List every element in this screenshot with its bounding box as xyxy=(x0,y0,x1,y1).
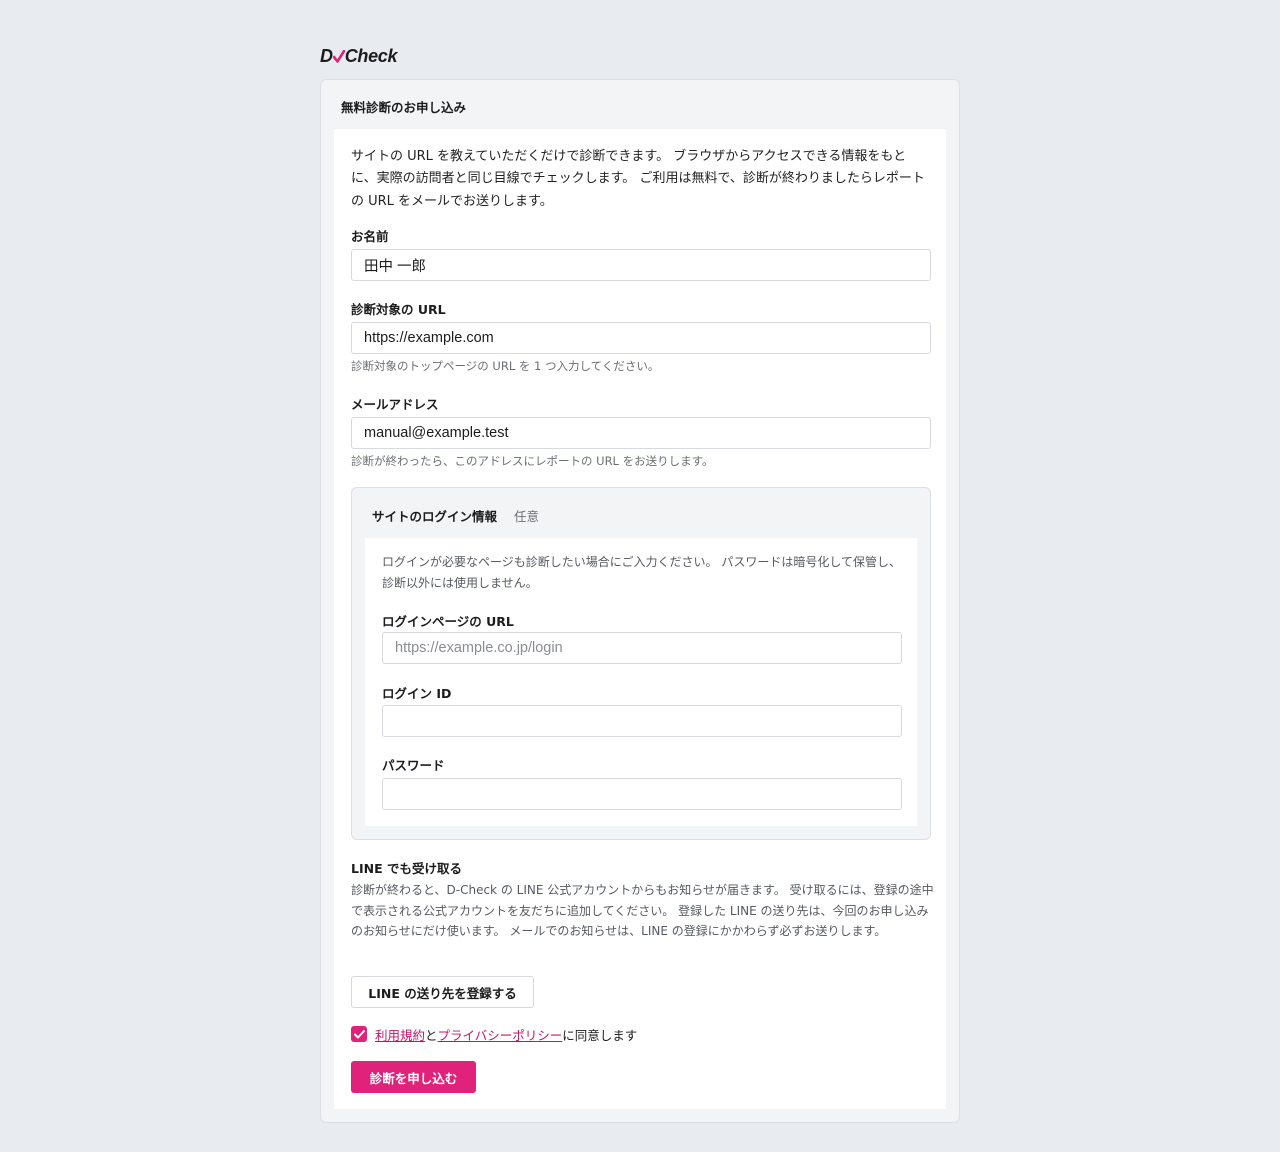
login-url-input[interactable] xyxy=(382,632,902,664)
url-help: 診断対象のトップページの URL を 1 つ入力してください。 xyxy=(351,359,660,373)
intro-text: サイトの URL を教えていただくだけで診断できます。 ブラウザからアクセスでき… xyxy=(351,149,925,209)
privacy-policy-link[interactable]: プライバシーポリシー xyxy=(438,1025,563,1044)
submit-button[interactable]: 診断を申し込む xyxy=(351,1061,476,1093)
login-section-title: サイトのログイン情報 xyxy=(372,509,498,524)
name-label: お名前 xyxy=(351,229,389,244)
agree-checkbox[interactable] xyxy=(351,1026,367,1042)
logo-d: D xyxy=(320,46,333,66)
password-label: パスワード xyxy=(382,758,445,773)
name-input[interactable] xyxy=(351,249,931,281)
login-url-label: ログインページの URL xyxy=(382,614,514,629)
login-fields: ログインが必要なページも診断したい場合にご入力ください。 パスワードは暗号化して… xyxy=(365,538,917,826)
agreement-and: と xyxy=(425,1027,438,1043)
line-description: 診断が終わると、D-Check の LINE 公式アカウントからもお知らせが届き… xyxy=(351,883,934,939)
email-label: メールアドレス xyxy=(351,397,439,412)
checkmark-icon xyxy=(332,49,346,63)
login-id-input[interactable] xyxy=(382,705,902,737)
form-body: サイトの URL を教えていただくだけで診断できます。 ブラウザからアクセスでき… xyxy=(334,129,946,1109)
line-title: LINE でも受け取る xyxy=(351,861,462,876)
url-label: 診断対象の URL xyxy=(351,302,446,317)
line-register-button[interactable]: LINE の送り先を登録する xyxy=(351,976,534,1008)
login-info-section: サイトのログイン情報 任意 ログインが必要なページも診断したい場合にご入力くださ… xyxy=(351,487,931,840)
login-description: ログインが必要なページも診断したい場合にご入力ください。 パスワードは暗号化して… xyxy=(382,555,901,590)
email-help: 診断が終わったら、このアドレスにレポートの URL をお送りします。 xyxy=(351,454,714,468)
agreement-suffix: に同意します xyxy=(562,1027,638,1043)
login-id-label: ログイン ID xyxy=(382,686,452,701)
application-panel: 無料診断のお申し込み サイトの URL を教えていただくだけで診断できます。 ブ… xyxy=(320,79,960,1123)
panel-title: 無料診断のお申し込み xyxy=(341,100,467,115)
logo-check: Check xyxy=(344,46,398,66)
terms-link[interactable]: 利用規約 xyxy=(375,1025,425,1044)
logo: D Check xyxy=(320,46,398,67)
email-input[interactable] xyxy=(351,417,931,449)
agreement-row: 利用規約 と プライバシーポリシー に同意します xyxy=(351,1025,638,1044)
optional-badge: 任意 xyxy=(514,509,540,524)
url-input[interactable] xyxy=(351,322,931,354)
checkmark-icon xyxy=(353,1029,365,1038)
password-input[interactable] xyxy=(382,778,902,810)
